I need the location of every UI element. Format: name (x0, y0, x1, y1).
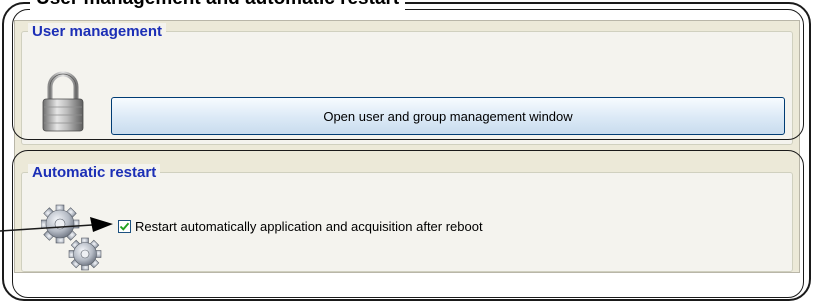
outer-callout-frame (2, 2, 811, 301)
pointer-arrow-icon (0, 217, 113, 232)
document-title: User management and automatic restart (30, 0, 406, 10)
